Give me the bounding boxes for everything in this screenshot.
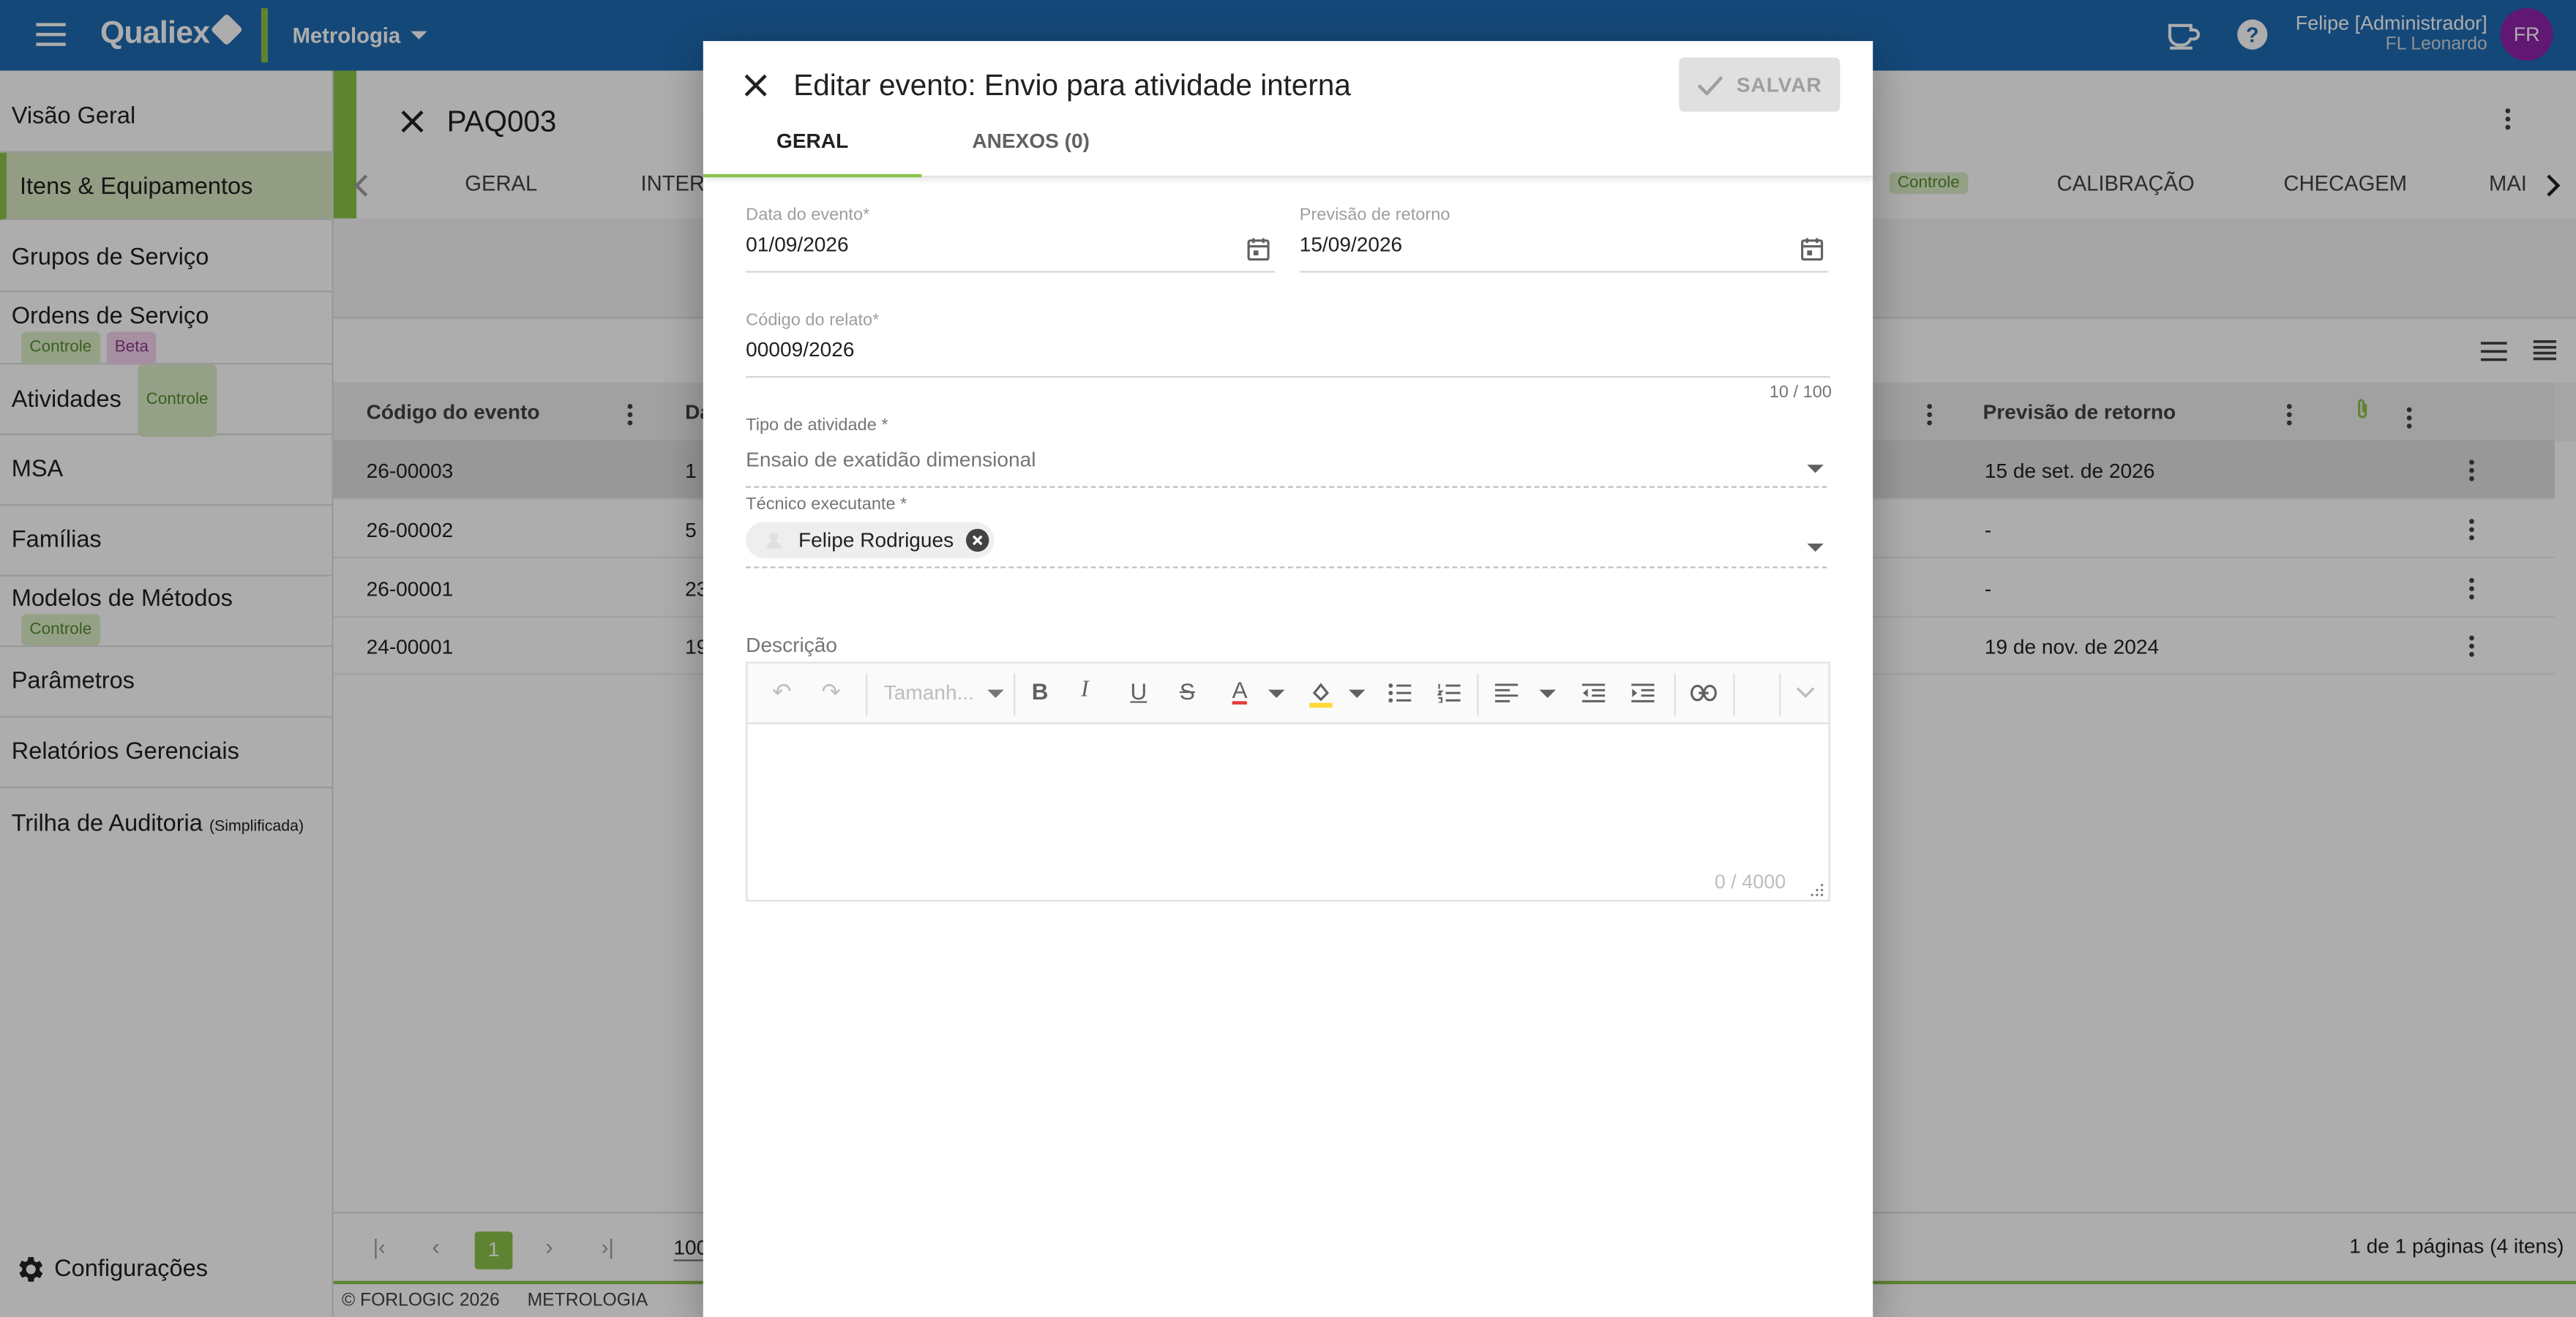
close-icon[interactable]: [743, 72, 769, 99]
outdent-icon[interactable]: [1581, 683, 1606, 703]
person-icon: [766, 533, 782, 549]
toolbar-separator: [1014, 673, 1016, 716]
chevron-down-icon[interactable]: [1807, 543, 1824, 552]
description-label: Descrição: [746, 634, 837, 657]
toolbar-separator: [1674, 673, 1676, 716]
report-code-underline: [746, 375, 1830, 378]
chevron-down-icon[interactable]: [987, 689, 1004, 698]
technician-chip[interactable]: Felipe Rodrigues: [746, 522, 994, 559]
redo-icon[interactable]: ↷: [821, 678, 840, 706]
italic-icon[interactable]: I: [1081, 678, 1088, 705]
report-code-label: Código do relato*: [746, 310, 880, 331]
dialog-title: Editar evento: Envio para atividade inte…: [793, 69, 1351, 102]
underline-icon[interactable]: U: [1130, 678, 1147, 705]
remove-chip-icon[interactable]: [965, 528, 989, 552]
toolbar-separator: [1477, 673, 1479, 716]
resize-handle-icon[interactable]: [1811, 883, 1824, 896]
indent-icon[interactable]: [1631, 683, 1655, 703]
event-date-underline: [746, 271, 1276, 273]
editor-toolbar: ↶ ↷ Tamanh... B I U S A: [747, 663, 1829, 724]
event-date-label: Data do evento*: [746, 205, 870, 225]
chip-label: Felipe Rodrigues: [798, 528, 954, 552]
align-left-icon[interactable]: [1494, 683, 1519, 703]
report-code-counter: 10 / 100: [1769, 382, 1832, 402]
link-icon[interactable]: [1690, 684, 1717, 702]
dialog-tabs: GERAL ANEXOS (0): [703, 115, 1873, 178]
chevron-down-icon[interactable]: [1539, 689, 1556, 698]
numbered-list-icon[interactable]: [1437, 683, 1461, 703]
bullet-list-icon[interactable]: [1388, 683, 1412, 703]
calendar-icon[interactable]: [1247, 236, 1270, 261]
technician-label: Técnico executante *: [746, 494, 907, 514]
toolbar-separator: [866, 673, 868, 716]
bold-icon[interactable]: B: [1032, 678, 1049, 705]
save-label: SALVAR: [1736, 72, 1822, 97]
undo-icon[interactable]: ↶: [772, 678, 791, 706]
return-date-field[interactable]: 15/09/2026: [1300, 233, 1402, 256]
technician-underline: [746, 566, 1827, 569]
chevron-down-icon[interactable]: [1807, 465, 1824, 473]
return-date-label: Previsão de retorno: [1299, 205, 1450, 225]
tab-geral[interactable]: GERAL: [703, 115, 922, 178]
chevron-down-icon[interactable]: [1268, 689, 1285, 698]
tab-anexos[interactable]: ANEXOS (0): [921, 115, 1140, 177]
return-date-underline: [1299, 271, 1829, 273]
calendar-icon[interactable]: [1800, 236, 1824, 261]
toolbar-separator: [1779, 673, 1781, 716]
strikethrough-icon[interactable]: S: [1180, 678, 1195, 705]
toolbar-separator: [1733, 673, 1735, 716]
editor-char-counter: 0 / 4000: [1714, 870, 1786, 893]
description-editor: ↶ ↷ Tamanh... B I U S A 0 / 4000: [746, 661, 1830, 902]
activity-type-underline: [746, 486, 1827, 488]
chevron-down-icon[interactable]: [1349, 689, 1366, 698]
chevron-down-icon[interactable]: [1796, 686, 1816, 699]
text-color-icon[interactable]: A: [1232, 678, 1248, 705]
check-icon: [1697, 75, 1723, 95]
font-size-select[interactable]: Tamanh...: [884, 681, 974, 704]
save-button[interactable]: SALVAR: [1679, 57, 1841, 112]
event-date-field[interactable]: 01/09/2026: [746, 233, 848, 256]
activity-type-select[interactable]: Ensaio de exatidão dimensional: [746, 449, 1036, 471]
highlight-color-icon[interactable]: [1309, 680, 1333, 708]
report-code-field[interactable]: 00009/2026: [746, 338, 854, 361]
activity-type-label: Tipo de atividade *: [746, 415, 888, 435]
